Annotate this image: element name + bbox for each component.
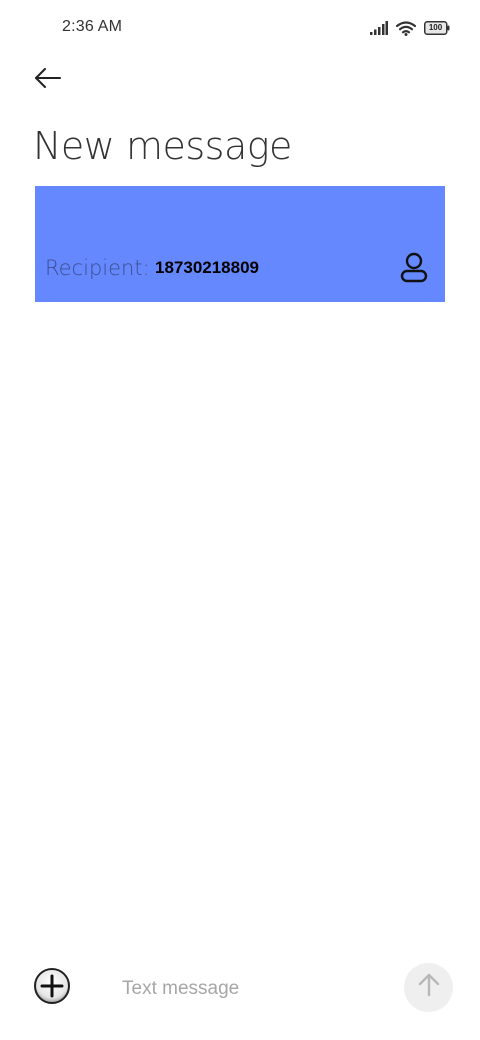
back-button[interactable]	[28, 62, 68, 98]
recipient-field[interactable]: Recipient: 18730218809	[35, 186, 445, 302]
battery-level: 100	[428, 23, 443, 32]
plus-circle-icon	[33, 967, 71, 1010]
status-icons: 100	[370, 18, 450, 38]
person-icon	[399, 252, 429, 288]
page-title: New message	[33, 124, 292, 168]
attach-button[interactable]	[32, 967, 72, 1010]
contact-picker-button[interactable]	[399, 250, 429, 284]
send-button[interactable]	[404, 963, 453, 1012]
signal-icon	[370, 21, 388, 35]
status-bar: 2:36 AM 100	[0, 0, 480, 56]
arrow-up-icon	[418, 973, 440, 1002]
status-time: 2:36 AM	[62, 18, 123, 35]
battery-icon: 100	[424, 21, 450, 35]
recipient-label: Recipient:	[45, 256, 150, 280]
wifi-icon	[396, 20, 416, 36]
message-input[interactable]	[122, 974, 382, 1004]
arrow-left-icon	[34, 67, 62, 93]
recipient-value[interactable]: 18730218809	[155, 258, 259, 278]
